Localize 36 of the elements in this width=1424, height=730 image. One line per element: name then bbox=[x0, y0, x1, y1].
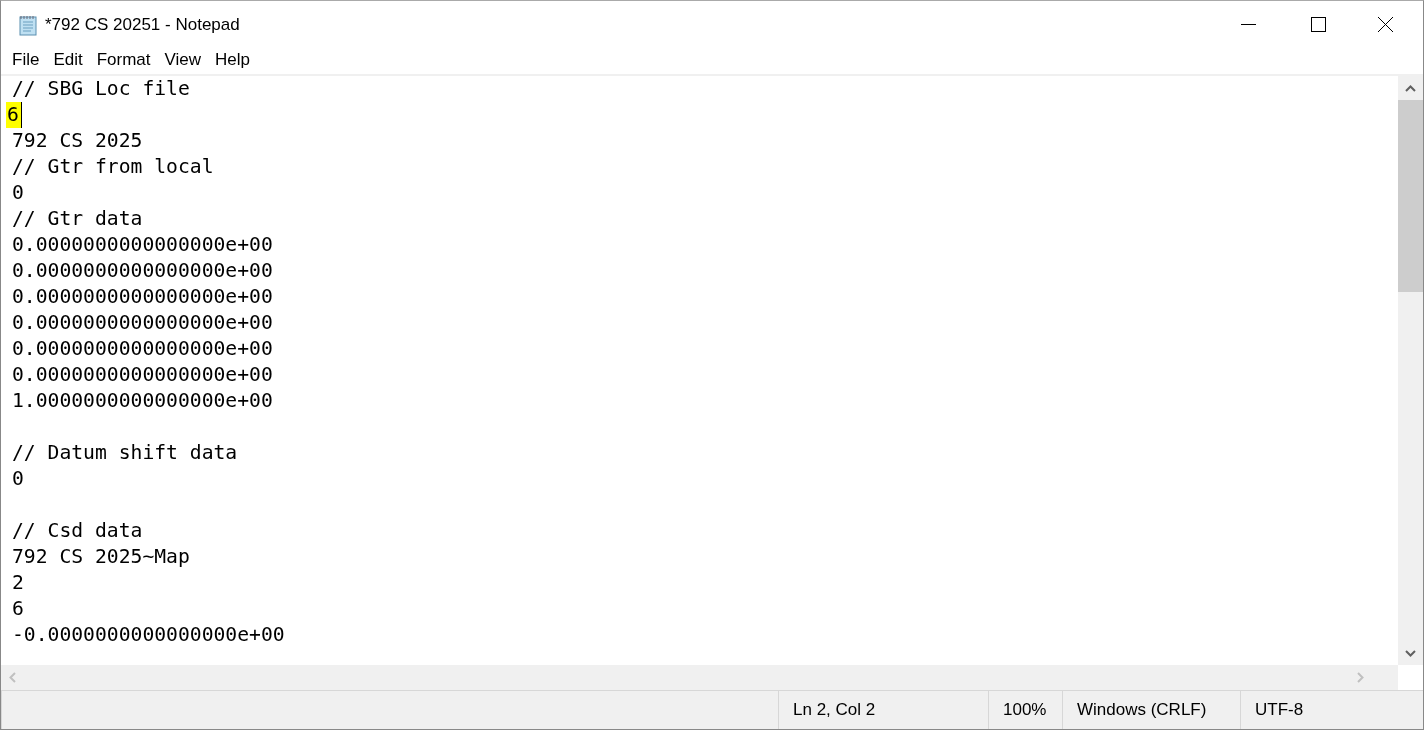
text-line: 6 bbox=[11, 596, 25, 623]
vertical-scrollbar[interactable] bbox=[1398, 76, 1423, 666]
text-line: 792 CS 2025 bbox=[11, 128, 144, 155]
window-title: *792 CS 20251 - Notepad bbox=[45, 14, 241, 35]
text-line: 0.0000000000000000e+00 bbox=[11, 336, 274, 363]
text-line: 792 CS 2025~Map bbox=[11, 544, 191, 571]
text-line: // Datum shift data bbox=[11, 440, 239, 467]
horizontal-scrollbar[interactable] bbox=[1, 665, 1398, 691]
scroll-thumb[interactable] bbox=[1398, 100, 1423, 293]
text-line: 1.0000000000000000e+00 bbox=[11, 388, 274, 415]
menu-item[interactable]: File bbox=[5, 50, 47, 71]
text-line: 0.0000000000000000e+00 bbox=[11, 284, 274, 311]
text-line: // Csd data bbox=[11, 518, 144, 545]
status-text: Windows (CRLF) bbox=[1077, 700, 1207, 721]
text-line: 0 bbox=[11, 466, 25, 493]
text-line: 2 bbox=[11, 570, 25, 597]
text-line: 0 bbox=[11, 180, 25, 207]
maximize-icon[interactable] bbox=[1310, 17, 1326, 32]
text-line: // Gtr data bbox=[11, 206, 144, 233]
notepad-icon bbox=[17, 13, 39, 36]
text-line: 0.0000000000000000e+00 bbox=[11, 258, 274, 285]
status-text: Ln 2, Col 2 bbox=[793, 700, 876, 721]
text-line: 0.0000000000000000e+00 bbox=[11, 362, 274, 389]
text-line: // SBG Loc file bbox=[11, 76, 191, 103]
status-text: UTF-8 bbox=[1255, 700, 1304, 721]
text-line: 0.0000000000000000e+00 bbox=[11, 232, 274, 259]
text-line: // Gtr from local bbox=[11, 154, 215, 181]
minimize-icon[interactable] bbox=[1240, 24, 1256, 25]
close-icon[interactable] bbox=[1377, 17, 1393, 32]
menu-item[interactable]: Edit bbox=[46, 50, 90, 71]
menu-item[interactable]: View bbox=[157, 50, 209, 71]
text-line: 0.0000000000000000e+00 bbox=[11, 310, 274, 337]
menu-item[interactable]: Format bbox=[89, 50, 158, 71]
menu-item[interactable]: Help bbox=[208, 50, 258, 71]
status-text: 100% bbox=[1003, 700, 1047, 721]
text-line: -0.0000000000000000e+00 bbox=[11, 622, 286, 649]
